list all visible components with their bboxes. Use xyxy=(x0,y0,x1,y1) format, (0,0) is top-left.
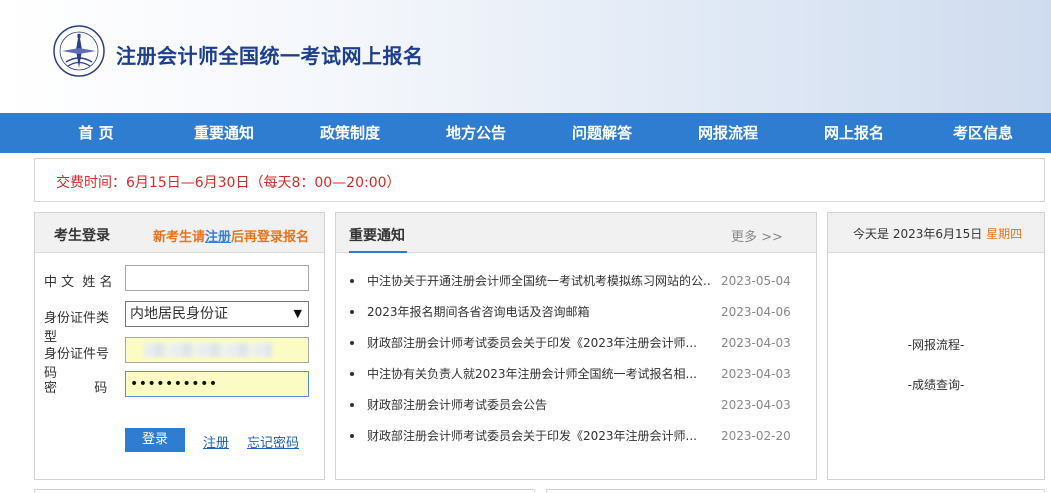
bullet-icon xyxy=(350,341,354,345)
idnum-label: 身份证件号码 xyxy=(44,347,110,381)
bullet-icon xyxy=(350,310,354,314)
notice-item-text[interactable]: 中注协关于开通注册会计师全国统一考试机考模拟练习网站的公... xyxy=(367,269,712,293)
notice-item[interactable]: 中注协有关负责人就2023年注册会计师全国统一考试报名相... 2023-04-… xyxy=(350,362,810,393)
login-title: 考生登录 xyxy=(54,228,110,244)
nav-item-faq[interactable]: 问题解答 xyxy=(539,113,665,153)
notice-item-text[interactable]: 财政部注册会计师考试委员会关于印发《2023年注册会计师... xyxy=(367,331,712,355)
site-title: 注册会计师全国统一考试网上报名 xyxy=(116,44,424,68)
notice-list: 中注协关于开通注册会计师全国统一考试机考模拟练习网站的公... 2023-05-… xyxy=(350,269,810,455)
notice-panel-header: 重要通知 更多 >> xyxy=(336,213,816,253)
idtype-select[interactable]: 内地居民身份证 ▼ xyxy=(125,301,309,327)
password-input[interactable]: •••••••••• xyxy=(125,371,309,397)
name-input[interactable] xyxy=(125,265,309,291)
notice-item-date: 2023-04-06 xyxy=(721,305,791,319)
notice-item[interactable]: 财政部注册会计师考试委员会关于印发《2023年注册会计师... 2023-02-… xyxy=(350,424,810,455)
nav-item-home[interactable]: 首 页 xyxy=(33,113,159,153)
notice-item-text[interactable]: 2023年报名期间各省咨询电话及咨询邮箱 xyxy=(367,300,712,324)
notice-item-date: 2023-05-04 xyxy=(721,274,791,288)
today-weekday: 星期四 xyxy=(986,227,1023,241)
today-date: 今天是 2023年6月15日 星期四 xyxy=(853,225,1022,242)
bullet-icon xyxy=(350,434,354,438)
nav-item-important-notice[interactable]: 重要通知 xyxy=(161,113,287,153)
password-mask: •••••••••• xyxy=(130,376,218,392)
redacted-id-number xyxy=(144,343,272,357)
notice-item-text[interactable]: 财政部注册会计师考试委员会公告 xyxy=(367,393,712,417)
login-panel: 考生登录 新考生请注册后再登录报名 中 文 姓 名 身份证件类型 内地居民身份证… xyxy=(34,212,325,480)
idtype-label: 身份证件类型 xyxy=(44,311,110,345)
register-tip-link[interactable]: 注册 xyxy=(205,230,231,245)
notice-item[interactable]: 中注协关于开通注册会计师全国统一考试机考模拟练习网站的公... 2023-05-… xyxy=(350,269,810,300)
bullet-icon xyxy=(350,372,354,376)
idtype-selected-value: 内地居民身份证 xyxy=(130,306,228,322)
notice-title: 重要通知 xyxy=(349,228,405,244)
nav-item-policy[interactable]: 政策制度 xyxy=(287,113,413,153)
login-button[interactable]: 登录 xyxy=(125,428,185,452)
dropdown-arrow-icon: ▼ xyxy=(293,307,302,320)
notice-item-date: 2023-04-03 xyxy=(721,367,791,381)
notice-item-date: 2023-02-20 xyxy=(721,429,791,443)
register-tip-suffix: 后再登录报名 xyxy=(231,230,310,245)
fee-time-text: 交费时间：6月15日—6月30日（每天8：00—20:00） xyxy=(56,175,401,191)
date-panel-header: 今天是 2023年6月15日 星期四 xyxy=(828,213,1044,253)
bullet-icon xyxy=(350,403,354,407)
notice-item-date: 2023-04-03 xyxy=(721,398,791,412)
nav-item-local-announcement[interactable]: 地方公告 xyxy=(413,113,539,153)
notice-title-underline xyxy=(349,251,407,253)
main-nav: 首 页 重要通知 政策制度 地方公告 问题解答 网报流程 网上报名 考区信息 xyxy=(0,113,1051,153)
registration-process-link[interactable]: -网报流程- xyxy=(828,336,1044,353)
notice-item[interactable]: 财政部注册会计师考试委员会公告 2023-04-03 xyxy=(350,393,810,424)
register-tip: 新考生请注册后再登录报名 xyxy=(153,226,309,245)
nav-item-registration-process[interactable]: 网报流程 xyxy=(665,113,791,153)
notice-item-text[interactable]: 财政部注册会计师考试委员会关于印发《2023年注册会计师... xyxy=(367,424,712,448)
notice-item[interactable]: 财政部注册会计师考试委员会关于印发《2023年注册会计师... 2023-04-… xyxy=(350,331,810,362)
site-header: 注册会计师全国统一考试网上报名 xyxy=(0,0,1051,113)
forgot-password-link[interactable]: 忘记密码 xyxy=(247,432,299,451)
register-tip-prefix: 新考生请 xyxy=(153,230,206,245)
date-panel: 今天是 2023年6月15日 星期四 -网报流程- -成绩查询- xyxy=(827,212,1045,480)
bullet-icon xyxy=(350,279,354,283)
cicpa-emblem-icon[interactable] xyxy=(52,24,106,78)
login-panel-header: 考生登录 新考生请注册后再登录报名 xyxy=(35,213,324,253)
score-query-link[interactable]: -成绩查询- xyxy=(828,376,1044,393)
nav-item-online-registration[interactable]: 网上报名 xyxy=(791,113,917,153)
notice-item[interactable]: 2023年报名期间各省咨询电话及咨询邮箱 2023-04-06 xyxy=(350,300,810,331)
notice-item-text[interactable]: 中注协有关负责人就2023年注册会计师全国统一考试报名相... xyxy=(367,362,712,386)
fee-time-box: 交费时间：6月15日—6月30日（每天8：00—20:00） xyxy=(34,158,1045,202)
bottom-panel-left xyxy=(34,489,535,493)
bottom-panel-right xyxy=(546,489,1045,493)
notice-item-date: 2023-04-03 xyxy=(721,336,791,350)
name-label: 中 文 姓 名 xyxy=(44,275,113,290)
today-date-prefix: 今天是 2023年6月15日 xyxy=(853,227,987,241)
notice-panel: 重要通知 更多 >> 中注协关于开通注册会计师全国统一考试机考模拟练习网站的公.… xyxy=(335,212,817,480)
more-link[interactable]: 更多 >> xyxy=(731,226,783,245)
password-label: 密 码 xyxy=(44,381,108,396)
idnum-input[interactable] xyxy=(125,337,309,363)
register-link[interactable]: 注册 xyxy=(203,432,229,451)
nav-item-exam-area-info[interactable]: 考区信息 xyxy=(920,113,1046,153)
